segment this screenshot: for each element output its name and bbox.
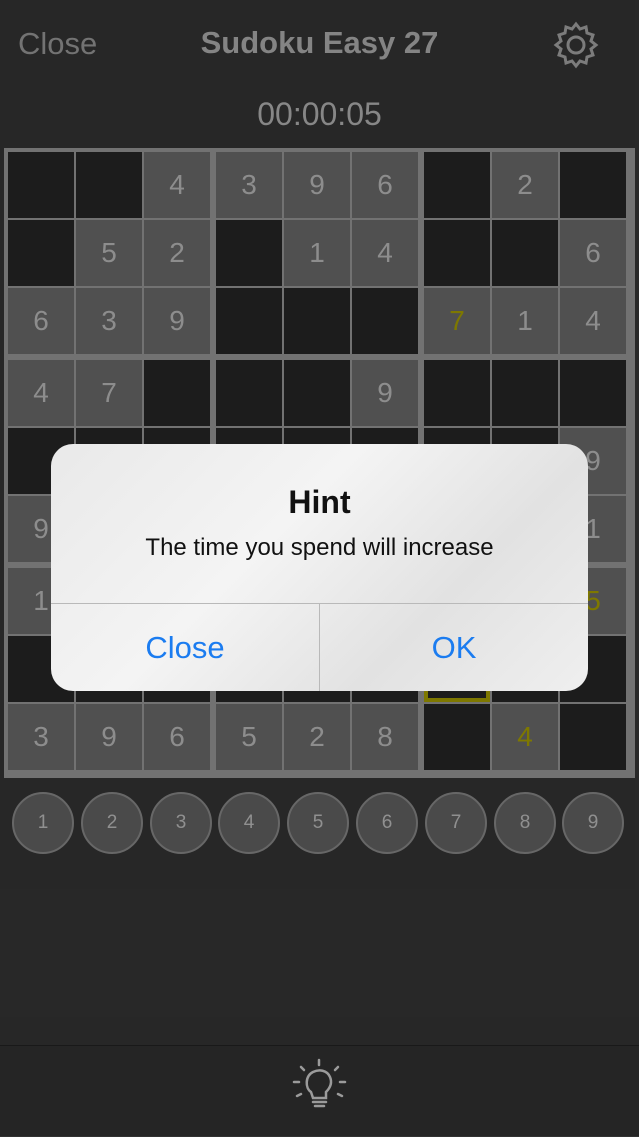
alert-message: The time you spend will increase [145,534,494,561]
alert-title: Hint [288,484,351,520]
alert-ok-button[interactable]: OK [320,604,588,691]
alert-close-button[interactable]: Close [51,604,319,691]
hint-alert: Hint The time you spend will increase Cl… [51,444,588,691]
